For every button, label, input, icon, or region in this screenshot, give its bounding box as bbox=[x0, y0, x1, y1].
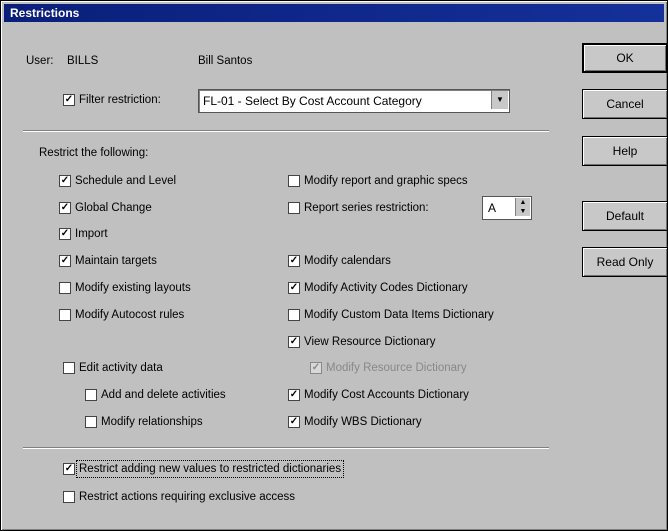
checkbox-box bbox=[288, 175, 300, 187]
checkbox-label: Global Change bbox=[75, 202, 152, 214]
checkbox-box bbox=[63, 362, 75, 374]
checkbox-label: Modify Autocost rules bbox=[75, 309, 185, 321]
checkbox-box: ✓ bbox=[288, 416, 300, 428]
default-button[interactable]: Default bbox=[582, 201, 668, 231]
modify-resource-dictionary-checkbox: ✓ Modify Resource Dictionary bbox=[310, 362, 467, 374]
checkbox-box: ✓ bbox=[59, 202, 71, 214]
checkbox-label: Add and delete activities bbox=[101, 389, 226, 401]
add-and-delete-activities-checkbox[interactable]: Add and delete activities bbox=[85, 389, 226, 401]
modify-calendars-checkbox[interactable]: ✓ Modify calendars bbox=[288, 255, 391, 267]
checkbox-label: Schedule and Level bbox=[75, 175, 177, 187]
checkbox-label: Restrict adding new values to restricted… bbox=[75, 460, 345, 478]
checkbox-label: View Resource Dictionary bbox=[304, 336, 436, 348]
cancel-button[interactable]: Cancel bbox=[582, 89, 668, 119]
restrict-heading: Restrict the following: bbox=[39, 147, 149, 159]
schedule-and-level-checkbox[interactable]: ✓ Schedule and Level bbox=[59, 175, 176, 187]
dropdown-arrow-icon[interactable]: ▼ bbox=[491, 91, 508, 109]
user-label: User: bbox=[26, 55, 54, 67]
filter-restriction-checkbox[interactable]: ✓ Filter restriction: bbox=[63, 94, 161, 106]
checkbox-box: ✓ bbox=[288, 282, 300, 294]
checkbox-box bbox=[85, 416, 97, 428]
checkbox-box: ✓ bbox=[59, 228, 71, 240]
separator bbox=[23, 447, 549, 449]
checkbox-label: Maintain targets bbox=[75, 255, 157, 267]
report-series-restriction-checkbox[interactable]: Report series restriction: bbox=[288, 202, 429, 214]
view-resource-dictionary-checkbox[interactable]: ✓ View Resource Dictionary bbox=[288, 336, 435, 348]
checkbox-label: Modify calendars bbox=[304, 255, 391, 267]
checkbox-label: Modify Resource Dictionary bbox=[326, 362, 467, 374]
checkbox-box bbox=[85, 389, 97, 401]
checkbox-box: ✓ bbox=[288, 336, 300, 348]
report-series-select[interactable]: A ▲ ▼ bbox=[482, 196, 532, 220]
checkbox-box: ✓ bbox=[59, 255, 71, 267]
modify-wbs-dictionary-checkbox[interactable]: ✓ Modify WBS Dictionary bbox=[288, 416, 422, 428]
checkbox-box bbox=[288, 309, 300, 321]
checkbox-label: Modify relationships bbox=[101, 416, 203, 428]
checkbox-box: ✓ bbox=[310, 362, 322, 374]
checkbox-box: ✓ bbox=[63, 94, 75, 106]
filter-restriction-label: Filter restriction: bbox=[79, 94, 161, 106]
read-only-button[interactable]: Read Only bbox=[582, 247, 668, 277]
modify-report-graphic-specs-checkbox[interactable]: Modify report and graphic specs bbox=[288, 175, 468, 187]
checkbox-box: ✓ bbox=[59, 175, 71, 187]
user-id: BILLS bbox=[67, 55, 99, 67]
modify-activity-codes-checkbox[interactable]: ✓ Modify Activity Codes Dictionary bbox=[288, 282, 468, 294]
report-series-value: A bbox=[488, 201, 497, 215]
checkbox-box bbox=[288, 202, 300, 214]
restrict-exclusive-access-checkbox[interactable]: Restrict actions requiring exclusive acc… bbox=[63, 491, 295, 503]
checkbox-box bbox=[59, 282, 71, 294]
modify-cost-accounts-checkbox[interactable]: ✓ Modify Cost Accounts Dictionary bbox=[288, 389, 469, 401]
modify-custom-data-items-checkbox[interactable]: Modify Custom Data Items Dictionary bbox=[288, 309, 494, 321]
filter-restriction-select[interactable]: FL-01 - Select By Cost Account Category … bbox=[198, 89, 510, 113]
modify-autocost-rules-checkbox[interactable]: Modify Autocost rules bbox=[59, 309, 184, 321]
checkbox-label: Import bbox=[75, 228, 108, 240]
checkbox-box: ✓ bbox=[288, 389, 300, 401]
filter-restriction-value: FL-01 - Select By Cost Account Category bbox=[203, 94, 422, 108]
checkbox-label: Modify report and graphic specs bbox=[304, 175, 468, 187]
checkbox-label: Modify Custom Data Items Dictionary bbox=[304, 309, 494, 321]
checkbox-box: ✓ bbox=[63, 463, 75, 475]
modify-relationships-checkbox[interactable]: Modify relationships bbox=[85, 416, 203, 428]
checkbox-label: Edit activity data bbox=[79, 362, 163, 374]
global-change-checkbox[interactable]: ✓ Global Change bbox=[59, 202, 152, 214]
checkbox-label: Report series restriction: bbox=[304, 202, 429, 214]
checkbox-label: Modify WBS Dictionary bbox=[304, 416, 422, 428]
window-title: Restrictions bbox=[10, 6, 80, 20]
help-button[interactable]: Help bbox=[582, 136, 668, 166]
spin-arrows-icon[interactable]: ▲ ▼ bbox=[515, 198, 530, 216]
restrictions-dialog: Restrictions User: BILLS Bill Santos ✓ F… bbox=[0, 0, 668, 531]
maintain-targets-checkbox[interactable]: ✓ Maintain targets bbox=[59, 255, 157, 267]
checkbox-label: Modify Cost Accounts Dictionary bbox=[304, 389, 469, 401]
checkbox-box: ✓ bbox=[288, 255, 300, 267]
checkbox-box bbox=[59, 309, 71, 321]
modify-existing-layouts-checkbox[interactable]: Modify existing layouts bbox=[59, 282, 191, 294]
ok-button[interactable]: OK bbox=[582, 43, 668, 73]
separator bbox=[23, 130, 549, 132]
restrict-adding-new-values-checkbox[interactable]: ✓ Restrict adding new values to restrict… bbox=[63, 460, 345, 478]
checkbox-box bbox=[63, 491, 75, 503]
title-bar: Restrictions bbox=[4, 4, 664, 22]
checkbox-label: Restrict actions requiring exclusive acc… bbox=[79, 491, 296, 503]
user-full-name: Bill Santos bbox=[198, 55, 253, 67]
checkbox-label: Modify Activity Codes Dictionary bbox=[304, 282, 468, 294]
import-checkbox[interactable]: ✓ Import bbox=[59, 228, 108, 240]
checkbox-label: Modify existing layouts bbox=[75, 282, 191, 294]
edit-activity-data-checkbox[interactable]: Edit activity data bbox=[63, 362, 163, 374]
